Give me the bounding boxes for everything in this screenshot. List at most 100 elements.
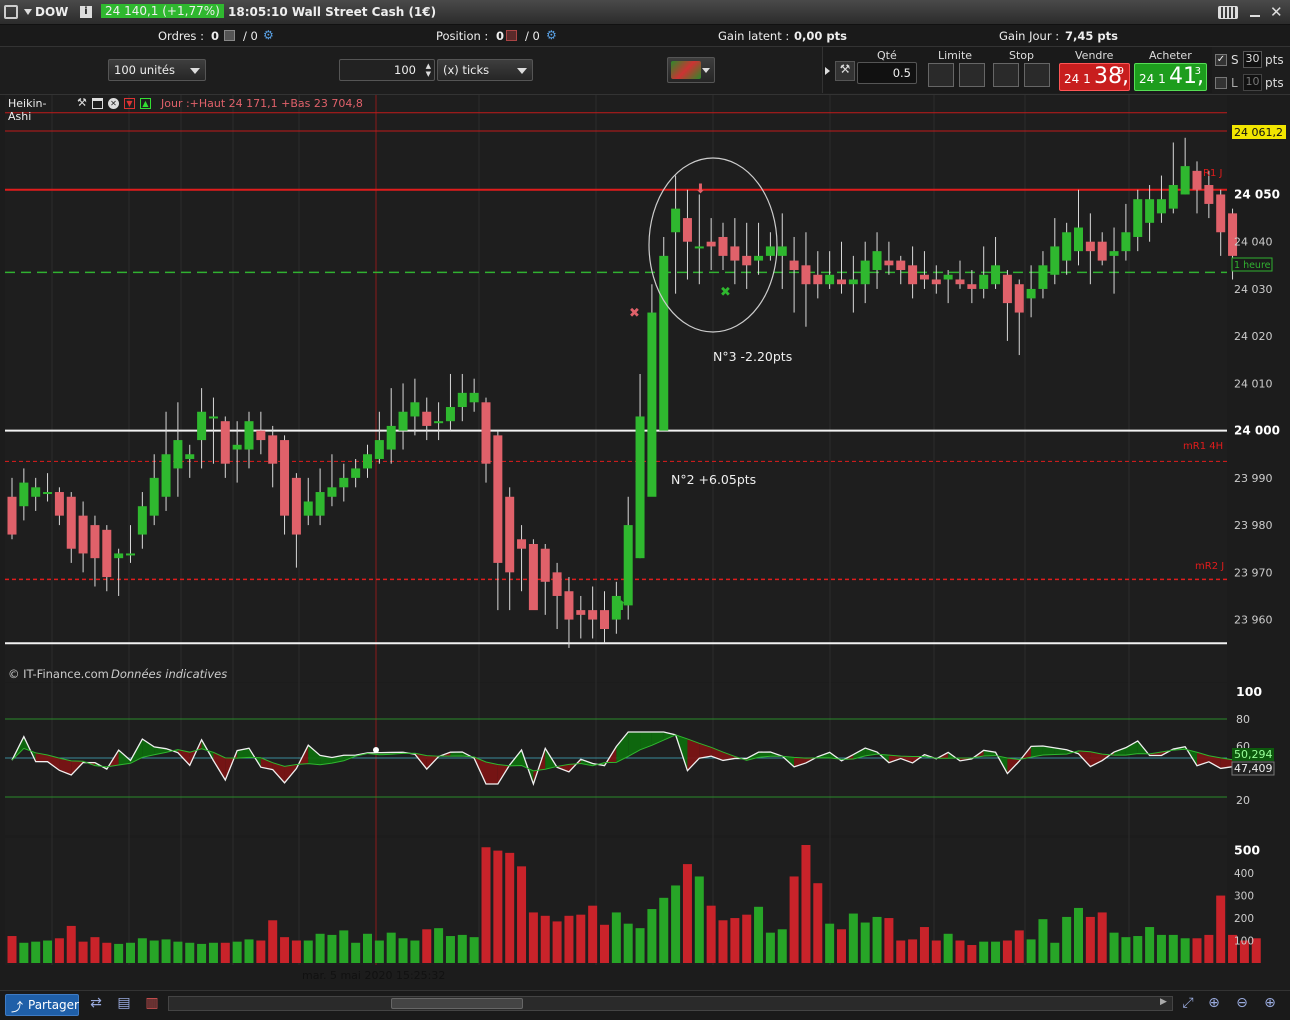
fit-chart-icon[interactable]: ⤢ <box>1178 995 1198 1015</box>
volume-bar <box>943 933 953 963</box>
volume-bar <box>742 914 752 963</box>
volume-bar <box>1156 934 1166 963</box>
volume-bar <box>837 929 846 963</box>
list-icon[interactable]: ▤ <box>114 995 134 1015</box>
candles-icon[interactable]: ▥ <box>142 995 162 1015</box>
copyright-text: © IT-Finance.com <box>8 667 109 681</box>
ticks-input[interactable]: 100 ▲ ▼ <box>339 59 435 81</box>
volume-bar <box>469 937 479 963</box>
stop-checkbox[interactable]: ✓ <box>1215 54 1227 66</box>
volume-bar <box>552 921 562 963</box>
volume-tick-label: 100 <box>1234 936 1254 948</box>
app-menu-icon[interactable] <box>4 5 18 19</box>
volume-bar <box>979 941 989 963</box>
ticks-unit-select[interactable]: (x) ticks <box>437 59 533 81</box>
share-button[interactable]: ⤴ Partager <box>5 994 79 1016</box>
candle-body <box>860 260 870 285</box>
gain-jour-value: 7,45 pts <box>1065 29 1118 43</box>
date-tooltip: mar. 5 mai 2020 15:25:32 <box>302 969 446 982</box>
window-icon[interactable] <box>92 98 103 109</box>
volume-bar <box>256 940 266 963</box>
volume-bar <box>682 864 692 963</box>
units-select[interactable]: 100 unités <box>108 59 206 81</box>
candle-body <box>955 279 965 285</box>
candle-body <box>576 610 586 615</box>
buy-button[interactable]: 24 1 41, 3 <box>1134 63 1207 91</box>
candle-body <box>19 482 29 507</box>
orders-value: 0 <box>211 29 220 43</box>
stepper-icon[interactable]: ▲ ▼ <box>426 62 431 78</box>
limit-pts-input[interactable]: 10 <box>1243 74 1262 91</box>
current-price-label: 24 061,2 <box>1234 126 1283 139</box>
info-icon[interactable]: i <box>80 6 92 18</box>
zoom-in-icon[interactable]: ⊕ <box>1260 995 1280 1015</box>
price-chart[interactable]: 24 050 24 040 24 030 24 020 24 010 24 000 23 9… <box>0 95 1290 965</box>
candle-body <box>1050 246 1060 275</box>
chevron-down-icon[interactable] <box>24 9 32 15</box>
crosshair-point <box>373 747 379 753</box>
limit-checkbox[interactable] <box>1215 77 1227 89</box>
candle-body <box>481 402 491 464</box>
stop-buy-icon[interactable] <box>993 63 1019 87</box>
orders-label: Ordres : <box>158 29 204 43</box>
chart-area[interactable]: 24 050 24 040 24 030 24 020 24 010 24 000 23 9… <box>0 95 1290 982</box>
compare-icon[interactable]: ⇄ <box>86 995 106 1015</box>
scrollbar-thumb[interactable] <box>391 998 523 1009</box>
candle-body <box>185 454 195 459</box>
zoom-out-icon[interactable]: ⊖ <box>1232 995 1252 1015</box>
close-position-icon[interactable] <box>506 30 517 41</box>
candle-body <box>813 274 823 285</box>
stop-pts-input[interactable]: 30 <box>1243 51 1262 68</box>
wrench-icon[interactable]: ⚒ <box>77 96 87 109</box>
stop-sell-icon[interactable] <box>1024 63 1050 87</box>
volume-bar <box>540 915 550 963</box>
volume-bar <box>327 934 337 963</box>
qty-input[interactable]: 0.5 <box>857 62 917 84</box>
chevron-down-icon <box>190 68 200 74</box>
gear-icon[interactable]: ⚙ <box>546 28 557 42</box>
candle-body <box>327 487 337 497</box>
exit-marker-icon: ✖ <box>720 285 731 300</box>
candle-body <box>979 274 989 289</box>
close-icon[interactable]: ✕ <box>1270 3 1283 21</box>
expand-icon[interactable] <box>825 67 830 75</box>
chart-type-label[interactable]: Heikin-Ashi <box>8 97 46 123</box>
volume-bar <box>244 939 254 963</box>
horizontal-scrollbar[interactable] <box>168 996 1173 1011</box>
candle-body <box>469 392 479 403</box>
buy-label: Acheter <box>1149 49 1192 62</box>
close-circle-icon[interactable]: ✕ <box>108 98 119 109</box>
move-up-icon[interactable]: ▲ <box>140 98 151 109</box>
move-down-icon[interactable]: ▼ <box>124 98 135 109</box>
candle-body <box>78 515 88 554</box>
zoom-fit-icon[interactable]: ⊕ <box>1204 995 1224 1015</box>
volume-bar <box>1002 940 1012 963</box>
minimize-icon[interactable] <box>1250 15 1260 17</box>
scroll-right-icon[interactable]: ▶ <box>1160 997 1167 1007</box>
candle-body <box>659 255 669 431</box>
volume-bar <box>1192 938 1202 963</box>
volume-bar <box>102 942 112 963</box>
volume-bar <box>280 937 290 963</box>
cancel-orders-icon[interactable] <box>224 30 235 41</box>
wrench-icon[interactable]: ⚒ <box>835 61 855 81</box>
strategy-button[interactable] <box>667 57 715 83</box>
volume-bar <box>1180 938 1190 963</box>
trade-panel: ⚒ Qté 0.5 Limite Stop Vendre 24 1 38, 9 … <box>822 47 1212 93</box>
candle-body <box>1026 288 1036 299</box>
candle-body <box>1109 251 1119 256</box>
volume-bar <box>671 885 681 963</box>
keyboard-icon[interactable] <box>1218 6 1238 19</box>
trade-annotation-2: N°2 +6.05pts <box>671 472 756 487</box>
limit-buy-icon[interactable] <box>928 63 954 87</box>
volume-bar <box>161 939 171 963</box>
volume-bar <box>848 913 858 963</box>
gear-icon[interactable]: ⚙ <box>263 28 274 42</box>
instrument-name[interactable]: DOW <box>35 5 68 19</box>
stop-pts-label: pts <box>1265 53 1284 67</box>
candle-body <box>754 255 764 261</box>
limit-sell-icon[interactable] <box>959 63 985 87</box>
sell-button[interactable]: 24 1 38, 9 <box>1059 63 1130 91</box>
account-info-row: Ordres : 0 / 0 ⚙ Position : 0 / 0 ⚙ Gain… <box>0 25 1290 47</box>
candle-body <box>126 553 135 556</box>
